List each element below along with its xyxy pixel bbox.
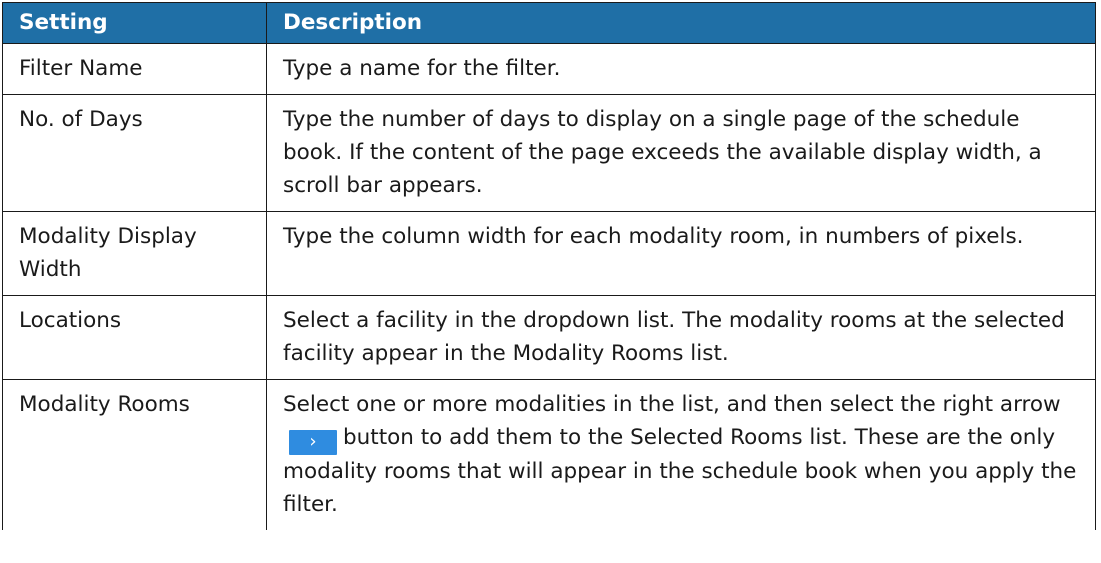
- description-text-after: button to add them to the Selected Rooms…: [283, 425, 1077, 517]
- setting-cell: Modality Rooms: [2, 379, 267, 530]
- description-cell: Select a facility in the dropdown list. …: [266, 295, 1096, 380]
- table-row: Modality Display Width Type the column w…: [2, 211, 1096, 296]
- chevron-right-icon: ›: [289, 430, 337, 455]
- description-cell: Select one or more modalities in the lis…: [266, 379, 1096, 530]
- table-row: Modality Rooms Select one or more modali…: [2, 379, 1096, 530]
- table-row: Locations Select a facility in the dropd…: [2, 295, 1096, 380]
- description-text-before: Select one or more modalities in the lis…: [283, 392, 1061, 417]
- description-cell: Type the number of days to display on a …: [266, 94, 1096, 212]
- table-header: Setting Description: [2, 2, 1096, 44]
- header-row: Setting Description: [2, 2, 1096, 44]
- table-row: No. of Days Type the number of days to d…: [2, 94, 1096, 212]
- setting-cell: Filter Name: [2, 43, 267, 95]
- setting-cell: Modality Display Width: [2, 211, 267, 296]
- description-cell: Type a name for the filter.: [266, 43, 1096, 95]
- header-description: Description: [266, 2, 1096, 44]
- table-row: Filter Name Type a name for the filter.: [2, 43, 1096, 95]
- description-cell: Type the column width for each modality …: [266, 211, 1096, 296]
- table-body: Filter Name Type a name for the filter. …: [2, 43, 1096, 530]
- arrow-glyph: ›: [309, 431, 317, 452]
- settings-table: Setting Description Filter Name Type a n…: [2, 2, 1096, 530]
- header-setting: Setting: [2, 2, 267, 44]
- setting-cell: No. of Days: [2, 94, 267, 212]
- setting-cell: Locations: [2, 295, 267, 380]
